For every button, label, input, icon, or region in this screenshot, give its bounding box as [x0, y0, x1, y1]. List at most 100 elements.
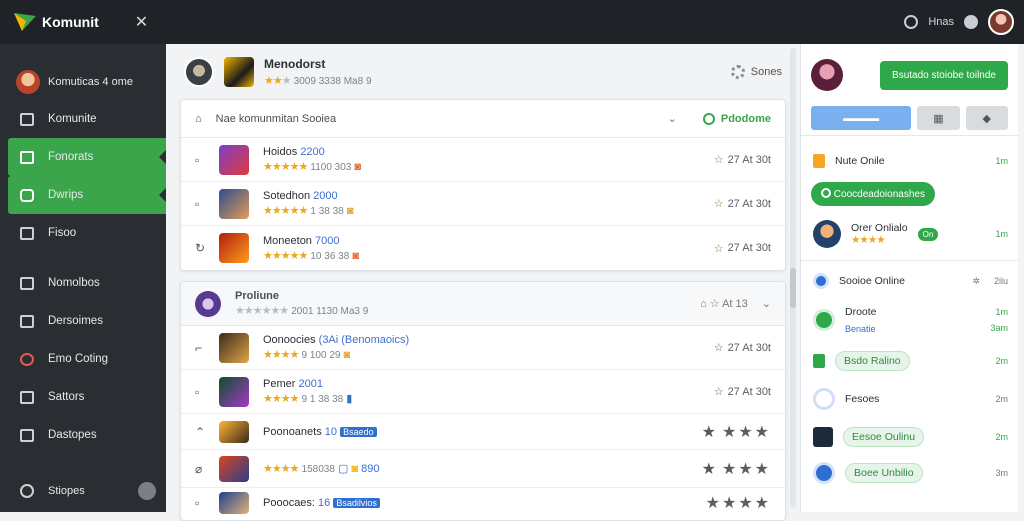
avatar[interactable] [811, 59, 843, 91]
row-rating: ☆ 27 At 30t [713, 385, 771, 399]
chevron-down-icon[interactable]: ⌄ [762, 297, 771, 310]
logo-icon [14, 13, 36, 31]
list-item[interactable]: Sooioe Online ✲ 2ilu [801, 265, 1018, 297]
rating-stars: ★★★★★ [263, 249, 308, 262]
game-thumbnail [219, 144, 249, 175]
game-thumbnail [219, 420, 249, 443]
sidebar-item-nomolbos[interactable]: Nomolbos [0, 264, 166, 302]
card-header: Proliune ★★★★★★ 2001 1130 Ma3 9 ⌂ ☆ At 1… [181, 282, 785, 326]
row-text: Moneeton 7000 ★★★★★ 10 36 38 ◙ [263, 234, 360, 262]
sidebar-user[interactable]: Komuticas 4 ome [0, 44, 166, 100]
game-thumbnail [219, 233, 249, 263]
list-item[interactable]: Droote Benatie 1m 3am [801, 297, 1018, 343]
user-avatar [16, 70, 40, 94]
sidebar-item-label: Fonorats [48, 151, 94, 163]
communities-card: ⌂ Nae komunmitan Sooiea ⌄ Pdodome ▫ Hoid… [180, 99, 786, 271]
header-settings[interactable]: Sones [730, 65, 782, 79]
sidebar-item-komunite[interactable]: Komunite [0, 100, 166, 138]
header-text: Menodorst ★★★ 3009 3338 Ma8 9 [264, 57, 372, 87]
rating-stars: ★★★★★ [263, 205, 308, 217]
sidebar-item-dastopes[interactable]: Dastopes [0, 416, 166, 454]
chevron-up-icon: ⌃ [195, 424, 206, 439]
sidebar-item-sattors[interactable]: Sattors [0, 378, 166, 416]
game-thumbnail[interactable] [224, 57, 254, 87]
list-item[interactable]: Fesoes 2m [801, 379, 1018, 419]
sidebar: Komuticas 4 ome Komunite Fonorats Dwrips… [0, 44, 166, 512]
card-header: ⌂ Nae komunmitan Sooiea ⌄ Pdodome [181, 100, 785, 138]
sidebar-item-label: Dersoimes [48, 315, 103, 327]
avatar [813, 220, 841, 248]
search-bar[interactable]: ▬▬▬▬ [811, 106, 912, 130]
status-icon [813, 309, 835, 331]
list-item[interactable]: Bsdo Ralino 2m [801, 343, 1018, 379]
gear-icon [730, 65, 745, 79]
rating-stars: ★★★★ [263, 393, 299, 405]
list-item[interactable]: Orer Onlialo ★★★★ On 1m [801, 212, 1018, 256]
table-row[interactable]: ▫ Pemer 2001 ★★★★ 9 1 38 38 ▮ ☆ 27 At 30t [181, 370, 785, 414]
rating-stars: ★★★★ [263, 349, 299, 361]
sliders-icon [20, 390, 34, 404]
list-item[interactable]: Boee Unbilio 3m [801, 455, 1018, 491]
row-icon: ⌐ [195, 340, 203, 355]
row-text: Hoidos 2200 ★★★★★ 1100 303 ◙ [263, 146, 362, 173]
sidebar-item-label: Emo Coting [48, 353, 109, 365]
row-icon: ▫ [195, 496, 200, 510]
status-badge[interactable]: Pdodome [702, 112, 771, 125]
table-row[interactable]: ↻ Moneeton 7000 ★★★★★ 10 36 38 ◙ ☆ 27 At … [181, 226, 785, 270]
grid-icon[interactable]: ▦ [917, 106, 960, 130]
table-row[interactable]: ⌐ Oonoocies (3Ai (Benomaoics) ★★★★ 9 100… [181, 326, 785, 370]
table-row[interactable]: ▫ Pooocaes: 16 Bsadilvios ★★★★ [181, 488, 785, 518]
table-row[interactable]: ▫ Sotedhon 2000 ★★★★★ 1 38 38 ◙ ☆ 27 At 3… [181, 182, 785, 226]
list-item[interactable]: Nute Onile 1m [801, 146, 1018, 176]
rating-stars: ★★★★ [263, 463, 299, 475]
flag-icon [813, 154, 825, 168]
game-thumbnail [219, 492, 249, 514]
brand[interactable]: Komunit ✕ [0, 12, 166, 32]
header-rating: ⌂ ☆ At 13 [700, 298, 748, 310]
sidebar-item-fonorats[interactable]: Fonorats [8, 138, 166, 176]
row-rating: ☆ 27 At 30t [713, 341, 771, 355]
status-chip[interactable]: Coocdeadoionashes [811, 182, 935, 206]
main-header: Menodorst ★★★ 3009 3338 Ma8 9 Sones [166, 44, 798, 100]
sidebar-footer[interactable]: Stiopes [20, 482, 156, 500]
chevron-down-icon[interactable]: ⌄ [668, 112, 677, 125]
sidebar-item-emo-coting[interactable]: Emo Coting [0, 340, 166, 378]
status-icon[interactable] [964, 15, 978, 29]
status-icon [813, 273, 829, 289]
panel-icon [20, 112, 34, 126]
sidebar-item-label: Sattors [48, 391, 85, 403]
status-icon [813, 388, 835, 410]
avatar[interactable] [988, 9, 1014, 35]
sidebar-divider [0, 252, 166, 264]
home-icon[interactable]: ⌂ [195, 113, 202, 125]
game-thumbnail [219, 455, 249, 482]
table-row[interactable]: ⌃ Poonoanets 10 Bsaedo ★ ★★★ [181, 414, 785, 450]
profile-avatar[interactable] [184, 57, 214, 87]
sidebar-item-fisoo[interactable]: Fisoo [0, 214, 166, 252]
list-item[interactable]: Eesoe Oulinu 2m [801, 419, 1018, 455]
star-icon: ☆ [713, 242, 724, 255]
bell-icon[interactable]: ◆ [965, 106, 1008, 130]
row-text: Sotedhon 2000 ★★★★★ 1 38 38 ◙ [263, 190, 354, 217]
row-icon: ▫ [195, 384, 200, 399]
scrollbar[interactable] [790, 48, 796, 508]
topbar-label[interactable]: Hnas [928, 16, 954, 28]
sidebar-item-dersoimes[interactable]: Dersoimes [0, 302, 166, 340]
table-row[interactable]: ▫ Hoidos 2200 ★★★★★ 1100 303 ◙ ☆ 27 At 30… [181, 138, 785, 182]
primary-action-button[interactable]: Bsutado stoiobe toilnde [880, 60, 1008, 90]
table-row[interactable]: ⌀ ★★★★ 158038 ▢ ◙ 890 ★ ★★★ [181, 450, 785, 488]
check-icon [702, 112, 715, 125]
row-icon: ▫ [195, 196, 200, 211]
scrollbar-thumb[interactable] [790, 268, 796, 308]
game-thumbnail [219, 332, 249, 363]
power-icon[interactable] [904, 15, 919, 29]
list-item[interactable]: Coocdeadoionashes [801, 176, 1018, 212]
header-meta-line: ★★★ 3009 3338 Ma8 9 [264, 75, 372, 87]
sidebar-item-dwrips[interactable]: Dwrips [8, 176, 166, 214]
rating-stars: ★★★★ [705, 495, 771, 512]
sidebar-item-label: Nomolbos [48, 277, 100, 289]
close-icon[interactable]: ✕ [135, 12, 148, 32]
sidebar-item-label: Fisoo [48, 227, 77, 239]
collapse-toggle[interactable] [138, 482, 156, 500]
profile-avatar[interactable] [195, 290, 221, 317]
